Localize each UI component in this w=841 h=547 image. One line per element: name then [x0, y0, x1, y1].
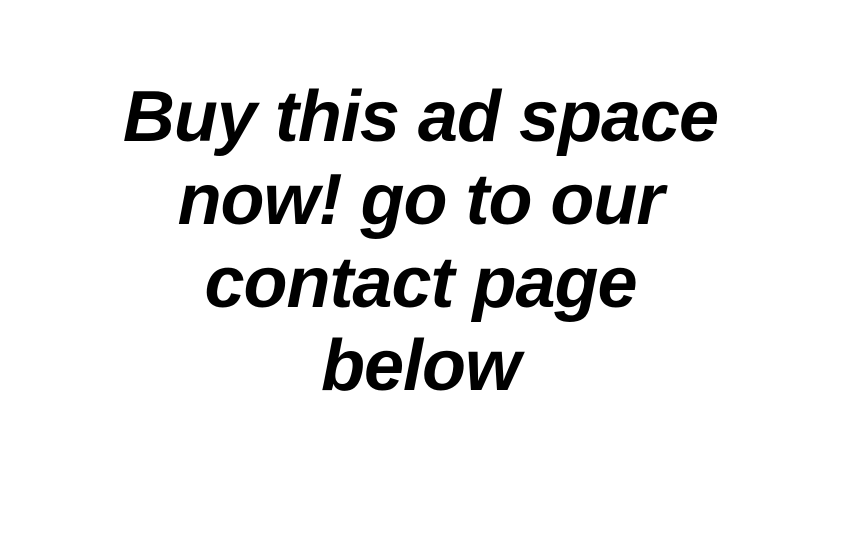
ad-message-line-3: contact page [204, 243, 637, 323]
ad-banner: Buy this ad space now! go to our contact… [0, 0, 841, 547]
ad-message-line-4: below [320, 326, 521, 406]
ad-message-line-1: Buy this ad space [122, 77, 719, 157]
ad-message-line-2: now! go to our [177, 160, 665, 240]
ad-message: Buy this ad space now! go to our contact… [0, 76, 841, 408]
